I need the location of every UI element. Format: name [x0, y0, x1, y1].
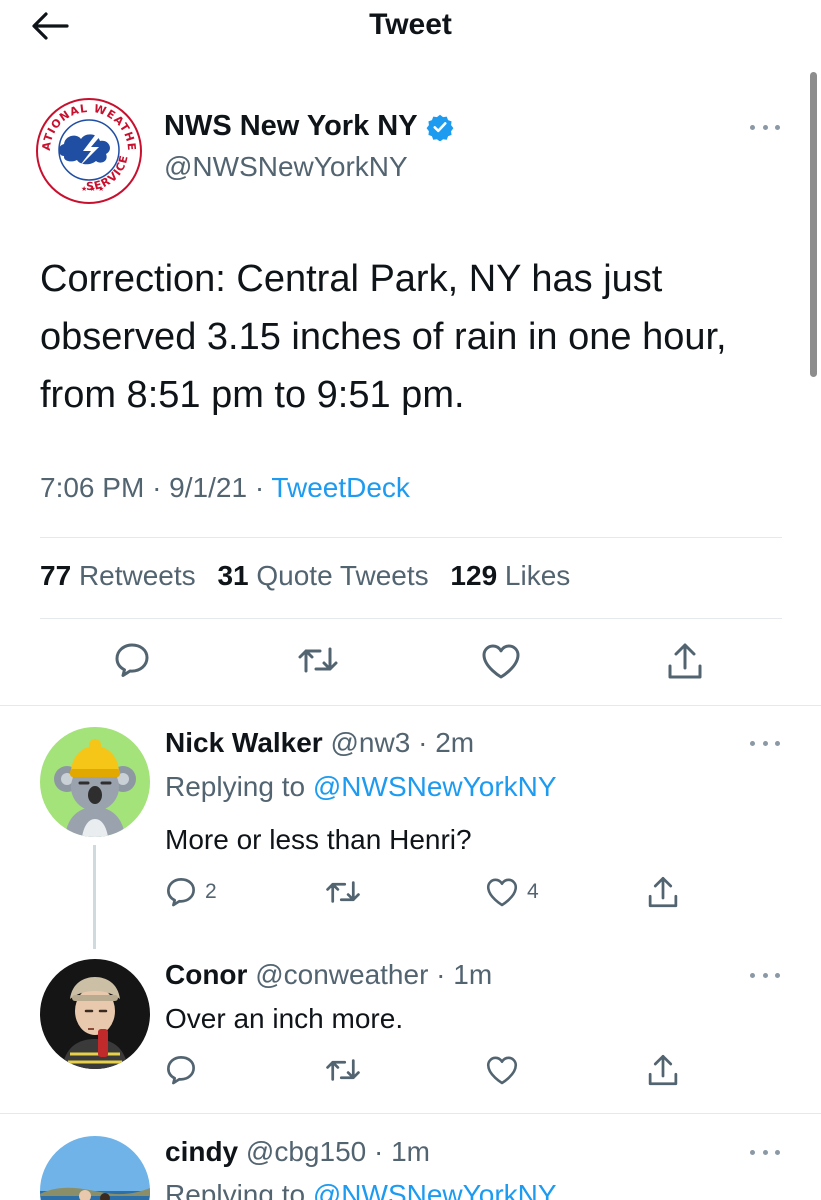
divider — [40, 618, 782, 619]
share-button[interactable] — [664, 640, 706, 682]
tweet-meta: 7:06 PM · 9/1/21 · TweetDeck — [40, 472, 410, 504]
likes-stat[interactable]: 129 Likes — [450, 560, 570, 591]
top-bar: Tweet — [0, 0, 821, 60]
author-name-text: NWS New York NY — [164, 110, 418, 142]
reply-time: 1m — [391, 1136, 431, 1167]
reply-time: 2m — [435, 727, 475, 758]
avatar[interactable] — [40, 1136, 150, 1200]
replying-to: Replying to @NWSNewYorkNY — [165, 1179, 557, 1200]
reply-author-name[interactable]: Conor — [165, 959, 247, 990]
reply-author-name[interactable]: Nick Walker — [165, 727, 323, 758]
more-options-icon[interactable] — [750, 120, 780, 134]
reply-header: Nick Walker @nw3 · 2m — [165, 727, 475, 758]
retweet-button[interactable] — [325, 1056, 369, 1084]
replying-to: Replying to @NWSNewYorkNY — [165, 771, 557, 802]
reply-header: cindy @cbg150 · 1m — [165, 1136, 431, 1167]
share-icon — [645, 1052, 681, 1088]
replying-to-mention[interactable]: @NWSNewYorkNY — [313, 1179, 557, 1200]
meta-separator: · — [254, 472, 272, 503]
reply-time: 1m — [453, 959, 493, 990]
verified-badge-icon — [426, 113, 454, 141]
reply-button[interactable]: 2 — [165, 876, 217, 908]
avatar[interactable] — [40, 727, 150, 837]
more-options-icon[interactable] — [750, 736, 780, 750]
tweet-time: 7:06 PM — [40, 472, 145, 503]
reply-button[interactable] — [165, 1054, 205, 1086]
tweet-date: 9/1/21 — [169, 472, 248, 503]
retweet-icon — [325, 878, 361, 906]
share-icon — [645, 874, 681, 910]
share-icon — [664, 640, 706, 682]
reply-author-name[interactable]: cindy — [165, 1136, 238, 1167]
reply-icon — [113, 642, 151, 678]
divider — [0, 1113, 821, 1114]
reply-icon — [165, 1054, 197, 1086]
tweet-stats: 77 Retweets 31 Quote Tweets 129 Likes — [40, 560, 570, 592]
retweet-button[interactable] — [325, 878, 369, 906]
meta-separator: · — [152, 472, 170, 503]
reply-button[interactable] — [113, 642, 151, 678]
like-count: 4 — [527, 880, 539, 903]
scrollbar[interactable] — [810, 72, 817, 377]
reply-author-handle[interactable]: @cbg150 — [246, 1136, 366, 1167]
tweet-text: Correction: Central Park, NY has just ob… — [40, 258, 727, 416]
reply-icon — [165, 876, 197, 908]
share-button[interactable] — [645, 874, 681, 910]
heart-icon — [485, 1054, 519, 1086]
retweets-stat[interactable]: 77 Retweets — [40, 560, 196, 591]
retweet-icon — [297, 644, 339, 676]
share-button[interactable] — [645, 1052, 681, 1088]
divider — [0, 705, 821, 706]
tweet-client-link[interactable]: TweetDeck — [271, 472, 410, 503]
reply-text: Over an inch more. — [165, 1003, 404, 1034]
more-options-icon[interactable] — [750, 1145, 780, 1159]
nws-logo[interactable]: NATIONAL WEATHER SERVICE ★ ★ ★ — [31, 88, 142, 204]
svg-text:★ ★ ★: ★ ★ ★ — [81, 185, 104, 193]
more-options-icon[interactable] — [750, 968, 780, 982]
like-button[interactable]: 4 — [485, 876, 539, 908]
reply-author-handle[interactable]: @nw3 — [331, 727, 411, 758]
like-button[interactable] — [480, 642, 522, 680]
page-title: Tweet — [369, 8, 452, 41]
author-name[interactable]: NWS New York NY — [164, 110, 454, 143]
quote-tweets-stat[interactable]: 31 Quote Tweets — [217, 560, 428, 591]
replying-to-mention[interactable]: @NWSNewYorkNY — [313, 771, 557, 802]
retweet-icon — [325, 1056, 361, 1084]
heart-icon — [485, 876, 519, 908]
reply-text: More or less than Henri? — [165, 824, 472, 855]
reply-author-handle[interactable]: @conweather — [255, 959, 428, 990]
divider — [40, 537, 782, 538]
heart-icon — [480, 642, 522, 680]
like-button[interactable] — [485, 1054, 527, 1086]
tweet-author: NATIONAL WEATHER SERVICE ★ ★ ★ NWS New Y… — [31, 88, 796, 208]
reply-count: 2 — [205, 880, 217, 903]
reply-header: Conor @conweather · 1m — [165, 959, 493, 990]
thread-connector — [93, 845, 96, 949]
author-handle[interactable]: @NWSNewYorkNY — [164, 151, 408, 183]
avatar[interactable] — [40, 959, 150, 1069]
retweet-button[interactable] — [297, 644, 339, 676]
